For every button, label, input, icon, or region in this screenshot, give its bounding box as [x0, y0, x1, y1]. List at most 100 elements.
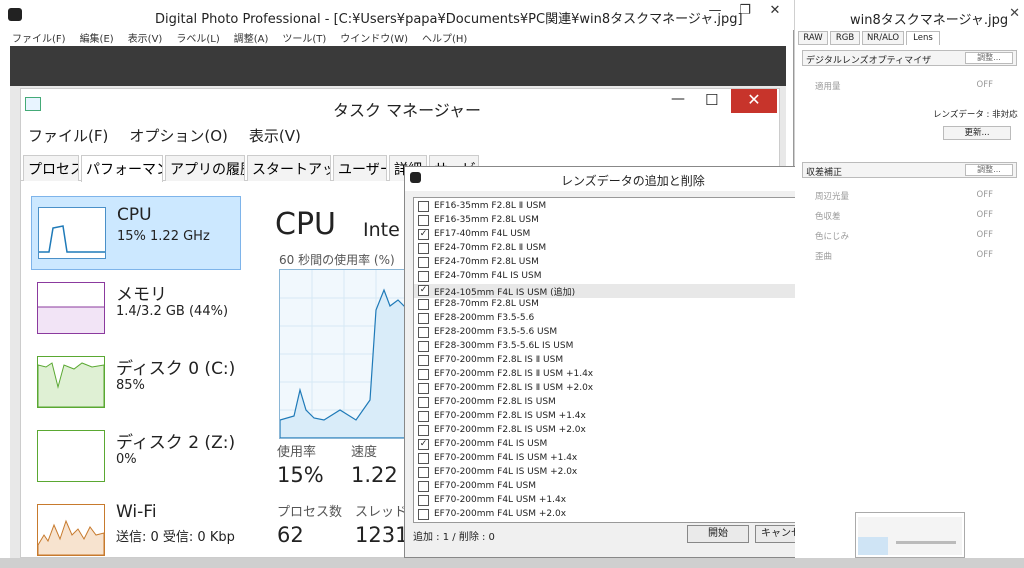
lens-row[interactable]: EF70-200mm F2.8L IS USM +2.0x	[414, 424, 799, 438]
lens-row[interactable]: EF28-300mm F3.5-5.6L IS USM	[414, 340, 799, 354]
lens-checkbox[interactable]	[418, 397, 429, 408]
lens-row[interactable]: EF70-200mm F4L USM +2.0x	[414, 508, 799, 522]
lens-checkbox[interactable]	[418, 299, 429, 310]
lens-checkbox[interactable]	[418, 383, 429, 394]
sidebar-item-memory[interactable]: メモリ 1.4/3.2 GB (44%)	[31, 272, 241, 346]
tab-nr-alo[interactable]: NR/ALO	[862, 31, 904, 45]
lens-row[interactable]: ✓ EF70-200mm F4L IS USM	[414, 438, 799, 452]
lens-checkbox[interactable]	[418, 411, 429, 422]
lens-checkbox[interactable]	[418, 215, 429, 226]
wifi-value: 送信: 0 受信: 0 Kbp	[116, 530, 235, 545]
lens-label: EF70-200mm F2.8L IS Ⅱ USM +1.4x	[434, 369, 594, 379]
lens-label: EF70-200mm F2.8L IS USM +1.4x	[434, 411, 586, 421]
tab-app-history[interactable]: アプリの履歴	[165, 155, 245, 181]
lens-label: EF70-200mm F4L IS USM +2.0x	[434, 467, 578, 477]
lens-row[interactable]: EF70-200mm F2.8L IS Ⅱ USM +2.0x	[414, 382, 799, 396]
lens-checkbox[interactable]: ✓	[418, 285, 429, 296]
sidebar-item-disk0[interactable]: ディスク 0 (C:) 85%	[31, 346, 241, 420]
dialog-title: レンズデータの追加と削除	[561, 174, 705, 188]
lens-checkbox[interactable]	[418, 467, 429, 478]
lens-checkbox[interactable]	[418, 453, 429, 464]
minimize-button[interactable]: —	[700, 0, 730, 22]
close-button[interactable]: ✕	[760, 0, 790, 22]
lens-checkbox[interactable]	[418, 481, 429, 492]
menu-adjust[interactable]: 調整(A)	[234, 34, 269, 45]
lens-data-status: レンズデータ : 非対応	[933, 110, 1018, 120]
tab-processes[interactable]: プロセス	[23, 155, 79, 181]
lens-label: EF28-70mm F2.8L USM	[434, 299, 539, 309]
tm-maximize-button[interactable]: ☐	[705, 91, 718, 109]
menu-label[interactable]: ラベル(L)	[176, 34, 219, 45]
menu-file[interactable]: ファイル(F)	[12, 34, 66, 45]
lens-row[interactable]: ✓ EF17-40mm F4L USM	[414, 228, 799, 242]
lens-checkbox[interactable]	[418, 313, 429, 324]
lens-checkbox[interactable]	[418, 271, 429, 282]
sidebar-item-wifi[interactable]: Wi-Fi 送信: 0 受信: 0 Kbp	[31, 494, 241, 568]
tab-startup[interactable]: スタートアップ	[247, 155, 331, 181]
menu-view[interactable]: 表示(V)	[128, 34, 163, 45]
sidebar-item-disk2[interactable]: ディスク 2 (Z:) 0%	[31, 420, 241, 494]
lens-row[interactable]: EF70-200mm F2.8L IS Ⅱ USM +1.4x	[414, 368, 799, 382]
tab-rgb[interactable]: RGB	[830, 31, 860, 45]
tab-lens[interactable]: Lens	[906, 31, 940, 45]
lens-checkbox[interactable]	[418, 327, 429, 338]
dlo-adjust-button[interactable]: 調整...	[965, 52, 1013, 64]
lens-row[interactable]: EF28-200mm F3.5-5.6	[414, 312, 799, 326]
lens-row[interactable]: EF24-70mm F2.8L Ⅱ USM	[414, 242, 799, 256]
lens-row[interactable]: EF16-35mm F2.8L USM	[414, 214, 799, 228]
tm-minimize-button[interactable]: —	[671, 91, 685, 107]
lens-row[interactable]: EF70-200mm F4L USM	[414, 480, 799, 494]
dlo-label: デジタルレンズオプティマイザ	[806, 56, 932, 66]
lens-row[interactable]: EF70-200mm F2.8L IS Ⅱ USM	[414, 354, 799, 368]
lens-row[interactable]: EF70-200mm F2.8L IS USM +1.4x	[414, 410, 799, 424]
dpp-titlebar: Digital Photo Professional - [C:¥Users¥p…	[0, 0, 794, 30]
lens-row[interactable]: EF28-200mm F3.5-5.6 USM	[414, 326, 799, 340]
lens-row[interactable]: ✓ EF24-105mm F4L IS USM (追加)	[414, 284, 799, 298]
lens-checkbox[interactable]	[418, 425, 429, 436]
tm-menu-view[interactable]: 表示(V)	[249, 127, 301, 145]
menu-help[interactable]: ヘルプ(H)	[422, 34, 467, 45]
lens-checkbox[interactable]	[418, 243, 429, 254]
disk2-label: ディスク 2 (Z:)	[116, 433, 236, 453]
lens-checkbox[interactable]	[418, 509, 429, 520]
lens-row[interactable]: EF70-200mm F4L USM +1.4x	[414, 494, 799, 508]
menu-window[interactable]: ウインドウ(W)	[340, 34, 408, 45]
tm-menu-options[interactable]: オプション(O)	[129, 127, 228, 145]
lens-checkbox[interactable]	[418, 257, 429, 268]
aberration-label: 収差補正	[806, 168, 843, 178]
lens-row[interactable]: EF16-35mm F2.8L Ⅱ USM	[414, 200, 799, 214]
lens-checkbox[interactable]: ✓	[418, 439, 429, 450]
menu-edit[interactable]: 編集(E)	[80, 34, 114, 45]
tab-raw[interactable]: RAW	[798, 31, 828, 45]
navigator-thumbnail[interactable]	[855, 512, 965, 558]
lens-label: EF28-300mm F3.5-5.6L IS USM	[434, 341, 574, 351]
palette-close-button[interactable]: ✕	[1009, 6, 1020, 21]
tab-performance[interactable]: パフォーマンス	[81, 155, 163, 182]
menu-tools[interactable]: ツール(T)	[282, 34, 326, 45]
lens-checkbox[interactable]	[418, 355, 429, 366]
distortion-value: OFF	[976, 250, 993, 260]
update-button[interactable]: 更新...	[943, 126, 1011, 140]
lens-checkbox[interactable]	[418, 369, 429, 380]
lens-row[interactable]: EF70-200mm F2.8L IS USM	[414, 396, 799, 410]
start-button[interactable]: 開始	[687, 525, 749, 543]
lens-row[interactable]: EF28-70mm F2.8L USM	[414, 298, 799, 312]
lens-row[interactable]: EF24-70mm F2.8L USM	[414, 256, 799, 270]
lens-row[interactable]: EF70-200mm F4L IS USM +2.0x	[414, 466, 799, 480]
tm-menu-file[interactable]: ファイル(F)	[28, 127, 108, 145]
aberration-adjust-button[interactable]: 調整...	[965, 164, 1013, 176]
sidebar-item-cpu[interactable]: CPU 15% 1.22 GHz	[31, 196, 241, 270]
tab-users[interactable]: ユーザー	[333, 155, 387, 181]
dialog-titlebar: レンズデータの追加と削除 ✕	[405, 167, 823, 191]
lens-checkbox[interactable]	[418, 201, 429, 212]
usage-label: 使用率	[277, 445, 317, 460]
lens-checkbox[interactable]	[418, 341, 429, 352]
taskmgr-title: タスク マネージャー	[333, 101, 481, 120]
lens-row[interactable]: EF24-70mm F4L IS USM	[414, 270, 799, 284]
dpp-title-text: Digital Photo Professional - [C:¥Users¥p…	[155, 12, 743, 27]
maximize-button[interactable]: ❐	[730, 0, 760, 22]
tm-close-button[interactable]: ✕	[731, 89, 777, 113]
lens-checkbox[interactable]: ✓	[418, 229, 429, 240]
lens-checkbox[interactable]	[418, 495, 429, 506]
lens-row[interactable]: EF70-200mm F4L IS USM +1.4x	[414, 452, 799, 466]
